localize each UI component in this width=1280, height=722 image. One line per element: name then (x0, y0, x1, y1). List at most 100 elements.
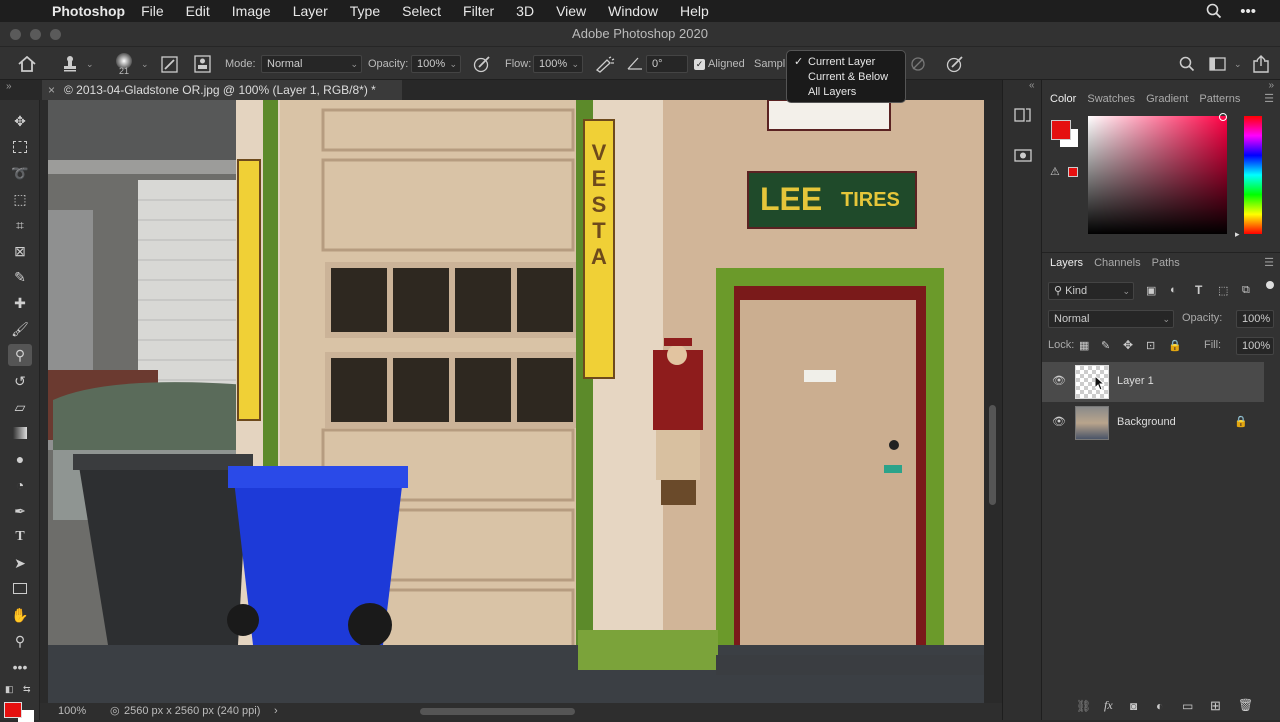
delete-layer-icon[interactable]: 🗑 (1238, 698, 1253, 712)
eraser-tool-icon[interactable]: ▱ (8, 396, 32, 418)
layer-row-layer-1[interactable]: 👁 Layer 1 (1042, 362, 1264, 402)
brush-settings-icon[interactable] (161, 56, 178, 73)
tab-swatches[interactable]: Swatches (1087, 93, 1135, 105)
color-panel-menu-icon[interactable]: ☰ (1264, 89, 1274, 109)
home-icon[interactable] (18, 56, 36, 72)
fill-input[interactable]: 100% (1236, 337, 1274, 355)
hand-tool-icon[interactable]: ✋ (8, 604, 32, 626)
canvas-vertical-scrollbar[interactable] (984, 100, 1002, 703)
brush-tool-icon[interactable]: 🖌 (8, 318, 32, 340)
menu-layer[interactable]: Layer (293, 3, 328, 19)
layers-panel-menu-icon[interactable]: ☰ (1264, 253, 1274, 273)
search-icon[interactable] (1206, 3, 1222, 19)
close-document-icon[interactable]: × (48, 80, 55, 100)
workspace-chevron-icon[interactable]: ⌄ (1234, 47, 1242, 81)
pressure-opacity-icon[interactable] (473, 56, 491, 73)
ignore-adjustment-layers-icon[interactable] (910, 56, 926, 72)
tool-preset-chevron-icon[interactable]: ⌄ (86, 47, 94, 81)
more-icon[interactable]: ••• (1240, 3, 1256, 20)
dodge-tool-icon[interactable]: ◔ (8, 474, 32, 496)
rectangle-tool-icon[interactable] (8, 578, 32, 600)
new-layer-icon[interactable]: ⊞ (1210, 698, 1221, 714)
tab-color[interactable]: Color (1050, 93, 1076, 105)
brush-chevron-icon[interactable]: ⌄ (141, 47, 149, 81)
menu-help[interactable]: Help (680, 3, 709, 19)
layer-style-icon[interactable]: fx (1104, 698, 1113, 713)
lock-all-icon[interactable]: 🔒 (1168, 339, 1182, 352)
menu-view[interactable]: View (556, 3, 586, 19)
filter-pixel-icon[interactable]: ▣ (1146, 284, 1156, 297)
layer-visibility-eye-icon[interactable]: 👁 (1052, 415, 1066, 428)
history-panel-icon[interactable] (1014, 106, 1032, 124)
hue-slider[interactable] (1244, 116, 1262, 234)
mode-select[interactable]: Normal ⌄ (261, 55, 362, 73)
filter-adjustment-icon[interactable]: ◐ (1170, 284, 1177, 296)
new-group-icon[interactable]: ▭ (1182, 699, 1193, 713)
history-brush-tool-icon[interactable]: ↺ (8, 370, 32, 392)
color-picker-handle[interactable] (1219, 113, 1227, 121)
search-icon[interactable] (1179, 56, 1195, 72)
lock-position-icon[interactable]: ✥ (1123, 338, 1133, 352)
tab-layers[interactable]: Layers (1050, 257, 1083, 269)
clone-stamp-preset-icon[interactable] (62, 55, 78, 73)
tab-channels[interactable]: Channels (1094, 257, 1140, 269)
color-field[interactable] (1088, 116, 1227, 234)
expand-toolbar-icon[interactable]: » (6, 81, 12, 92)
document-tab[interactable]: × © 2013-04-Gladstone OR.jpg @ 100% (Lay… (42, 80, 402, 100)
status-more-arrow[interactable]: › (274, 703, 278, 720)
blur-tool-icon[interactable]: ● (8, 448, 32, 470)
tab-patterns[interactable]: Patterns (1199, 93, 1240, 105)
lock-image-icon[interactable]: ✎ (1101, 339, 1110, 352)
tab-gradient[interactable]: Gradient (1146, 93, 1188, 105)
layer-name[interactable]: Background (1117, 416, 1176, 428)
pen-tool-icon[interactable]: ✒ (8, 500, 32, 522)
zoom-window-button[interactable] (50, 29, 61, 40)
clone-source-icon[interactable] (194, 55, 211, 73)
add-mask-icon[interactable]: ◙ (1130, 699, 1137, 713)
default-colors-icon[interactable]: ◧ (5, 684, 14, 695)
horizontal-scroll-thumb[interactable] (420, 708, 575, 715)
foreground-color-swatch[interactable] (4, 702, 22, 718)
layer-filter-kind-select[interactable]: ⚲ Kind ⌄ (1048, 282, 1134, 300)
swap-colors-icon[interactable]: ⇆ (23, 684, 31, 695)
angle-icon[interactable] (627, 56, 643, 70)
menu-type[interactable]: Type (350, 3, 380, 19)
zoom-tool-icon[interactable]: ⚲ (8, 630, 32, 652)
zoom-level[interactable]: 100% (58, 703, 86, 720)
menu-edit[interactable]: Edit (186, 3, 210, 19)
eyedropper-tool-icon[interactable]: ✎ (8, 266, 32, 288)
angle-input[interactable]: 0° (646, 55, 688, 73)
libraries-panel-icon[interactable] (1014, 146, 1032, 164)
edit-toolbar-icon[interactable]: ••• (8, 656, 32, 678)
aligned-checkbox[interactable]: ✓ (694, 59, 705, 70)
tab-paths[interactable]: Paths (1152, 257, 1180, 269)
sample-option-current-layer[interactable]: ✓ Current Layer (787, 55, 905, 70)
filter-smart-object-icon[interactable]: ⧉ (1242, 284, 1250, 297)
object-selection-tool-icon[interactable]: ⬚ (8, 188, 32, 210)
gradient-tool-icon[interactable] (8, 422, 32, 444)
frame-tool-icon[interactable]: ⊠ (8, 240, 32, 262)
panel-foreground-swatch[interactable] (1051, 120, 1071, 140)
workspace-icon[interactable] (1209, 57, 1226, 71)
menu-file[interactable]: File (141, 3, 164, 19)
link-layers-icon[interactable]: ⛓ (1076, 699, 1091, 713)
gamut-swatch[interactable] (1068, 167, 1078, 177)
filter-type-icon[interactable]: T (1195, 283, 1202, 297)
airbrush-icon[interactable] (595, 56, 615, 73)
gamut-warning-icon[interactable]: ⚠ (1050, 165, 1060, 178)
lock-artboard-icon[interactable]: ⊡ (1146, 339, 1155, 352)
opacity-input[interactable]: 100% ⌄ (411, 55, 461, 73)
layer-opacity-input[interactable]: 100% (1236, 310, 1274, 328)
share-icon[interactable] (1253, 55, 1269, 73)
flow-input[interactable]: 100% ⌄ (533, 55, 583, 73)
minimize-window-button[interactable] (30, 29, 41, 40)
crop-tool-icon[interactable]: ⌗ (8, 214, 32, 236)
lock-transparent-icon[interactable]: ▦ (1079, 339, 1089, 352)
close-window-button[interactable] (10, 29, 21, 40)
type-tool-icon[interactable]: T (8, 526, 32, 548)
pressure-size-icon[interactable] (946, 56, 964, 73)
lasso-tool-icon[interactable]: ➰ (8, 162, 32, 184)
menu-3d[interactable]: 3D (516, 3, 534, 19)
move-tool-icon[interactable]: ✥ (8, 110, 32, 132)
vertical-scroll-thumb[interactable] (989, 405, 996, 505)
